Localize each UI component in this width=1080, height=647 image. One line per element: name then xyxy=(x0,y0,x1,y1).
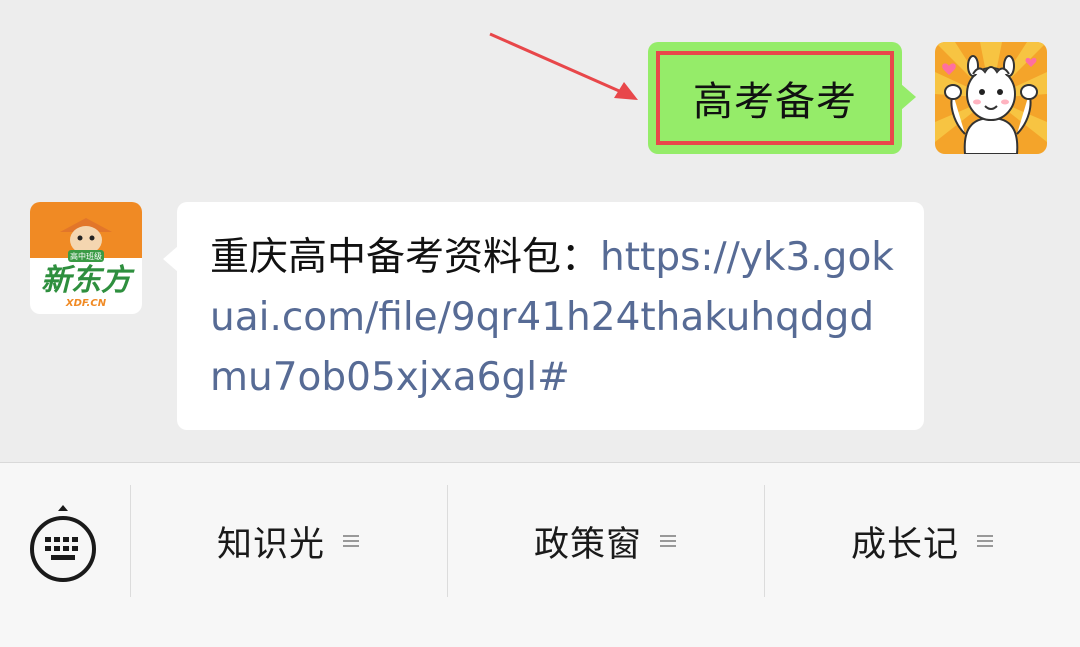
menu-item-label: 成长记 xyxy=(850,524,959,565)
official-account-avatar[interactable]: 高中班级 新东方 XDF.CN xyxy=(30,202,142,314)
chat-screen: 高考备考 高中班级 新东方 XDF.CN 重庆高中备考资料包：https://y… xyxy=(0,0,1080,647)
message-list: 高考备考 高中班级 新东方 XDF.CN 重庆高中备考资料包：https://y… xyxy=(0,0,1080,462)
sent-message-bubble[interactable]: 高考备考 xyxy=(648,42,916,154)
xdf-logo-icon: 高中班级 新东方 XDF.CN xyxy=(30,202,142,314)
menu-lines-icon xyxy=(660,535,676,547)
sent-message-text: 高考备考 xyxy=(693,79,857,125)
menu-item-policy[interactable]: 政策窗 xyxy=(447,485,763,597)
menu-item-label: 政策窗 xyxy=(533,524,642,565)
keyboard-toggle-button[interactable] xyxy=(27,505,99,585)
alpaca-avatar-icon xyxy=(935,42,1047,154)
bubble-tail xyxy=(901,84,916,110)
menu-item-label: 知识光 xyxy=(216,524,325,565)
avatar-badge-text: 高中班级 xyxy=(70,251,102,261)
avatar-logo-sub: XDF.CN xyxy=(65,298,107,309)
avatar-logo-text: 新东方 xyxy=(41,263,135,298)
menu-item-growth[interactable]: 成长记 xyxy=(764,485,1080,597)
user-avatar[interactable] xyxy=(935,42,1047,154)
bubble-tail xyxy=(163,246,178,272)
message-prefix: 重庆高中备考资料包： xyxy=(210,235,601,280)
received-message-text: 重庆高中备考资料包：https://yk3.gokuai.com/file/9q… xyxy=(210,228,900,408)
menu-lines-icon xyxy=(977,535,993,547)
annotation-arrow xyxy=(489,32,638,100)
custom-menu-bar: 知识光 政策窗 成长记 xyxy=(0,462,1080,647)
received-message-bubble[interactable]: 重庆高中备考资料包：https://yk3.gokuai.com/file/9q… xyxy=(163,202,924,430)
keyboard-icon xyxy=(30,505,96,582)
menu-item-knowledge[interactable]: 知识光 xyxy=(130,485,446,597)
menu-lines-icon xyxy=(343,535,359,547)
